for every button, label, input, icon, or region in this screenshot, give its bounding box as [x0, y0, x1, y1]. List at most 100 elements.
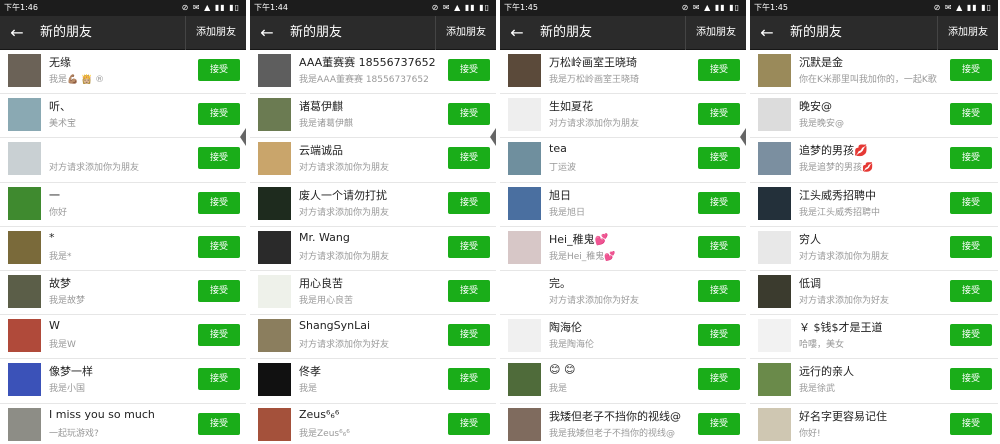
- accept-button[interactable]: 接受: [198, 59, 240, 81]
- avatar[interactable]: [8, 407, 41, 441]
- accept-button[interactable]: 接受: [448, 235, 490, 258]
- friend-request-row[interactable]: 诸葛伊麒 我是诸葛伊麒 接受: [250, 94, 496, 139]
- accept-button[interactable]: 接受: [698, 103, 740, 126]
- accept-button[interactable]: 接受: [950, 412, 992, 435]
- friend-request-row[interactable]: 好名字更容易记住 你好! 接受: [750, 403, 998, 444]
- avatar[interactable]: [758, 319, 791, 353]
- friend-request-row[interactable]: 穷人 对方请求添加你为朋友 接受: [750, 226, 998, 271]
- friend-request-row[interactable]: 用心良苦 我是用心良苦 接受: [250, 270, 496, 316]
- friend-request-row[interactable]: 陶海伦 我是陶海伦 接受: [500, 315, 746, 360]
- avatar[interactable]: [758, 274, 791, 308]
- avatar[interactable]: [8, 142, 41, 176]
- back-arrow-icon[interactable]: ←: [758, 22, 776, 44]
- accept-button[interactable]: 接受: [698, 235, 740, 258]
- accept-button[interactable]: 接受: [950, 147, 992, 170]
- friend-request-row[interactable]: Mr. Wang 对方请求添加你为朋友 接受: [250, 226, 496, 271]
- friend-request-row[interactable]: W 我是W 接受: [0, 315, 246, 360]
- friend-request-row[interactable]: 一你好 接受: [0, 182, 246, 227]
- avatar[interactable]: [508, 274, 541, 308]
- accept-button[interactable]: 接受: [198, 368, 240, 391]
- accept-button[interactable]: 接受: [448, 324, 490, 347]
- avatar[interactable]: [258, 186, 291, 220]
- friend-request-row[interactable]: 生如夏花 对方请求添加你为朋友 接受: [500, 94, 746, 139]
- back-arrow-icon[interactable]: ←: [258, 22, 276, 44]
- accept-button[interactable]: 接受: [698, 147, 740, 170]
- accept-button[interactable]: 接受: [698, 368, 740, 391]
- friend-request-row[interactable]: ShangSynLai 对方请求添加你为好友 接受: [250, 315, 496, 360]
- avatar[interactable]: [508, 186, 541, 220]
- accept-button[interactable]: 接受: [950, 235, 992, 258]
- friend-request-row[interactable]: 佟孝 我是 接受: [250, 359, 496, 404]
- accept-button[interactable]: 接受: [198, 191, 240, 214]
- friend-request-row[interactable]: 完。 对方请求添加你为好友 接受: [500, 270, 746, 316]
- avatar[interactable]: [258, 54, 291, 87]
- avatar[interactable]: [508, 98, 541, 132]
- accept-button[interactable]: 接受: [198, 412, 240, 435]
- avatar[interactable]: [8, 274, 41, 308]
- accept-button[interactable]: 接受: [698, 412, 740, 435]
- accept-button[interactable]: 接受: [950, 324, 992, 347]
- friend-request-row[interactable]: 旭日 我是旭日 接受: [500, 182, 746, 227]
- friend-request-row[interactable]: tea 丁运波 接受: [500, 138, 746, 183]
- avatar[interactable]: [8, 98, 41, 132]
- avatar[interactable]: [8, 319, 41, 353]
- avatar[interactable]: [258, 230, 291, 264]
- friend-request-row[interactable]: 听、 美术宝 接受: [0, 94, 246, 139]
- accept-button[interactable]: 接受: [448, 191, 490, 214]
- friend-request-row[interactable]: 云端诚品 对方请求添加你为朋友 接受: [250, 138, 496, 183]
- accept-button[interactable]: 接受: [448, 412, 490, 435]
- accept-button[interactable]: 接受: [698, 59, 740, 81]
- accept-button[interactable]: 接受: [448, 59, 490, 81]
- friend-request-row[interactable]: 无缘 我是💪🏽 👸🏼 ® 接受: [0, 50, 246, 95]
- accept-button[interactable]: 接受: [448, 147, 490, 170]
- avatar[interactable]: [8, 363, 41, 397]
- accept-button[interactable]: 接受: [198, 279, 240, 302]
- accept-button[interactable]: 接受: [198, 103, 240, 126]
- accept-button[interactable]: 接受: [198, 324, 240, 347]
- avatar[interactable]: [758, 186, 791, 220]
- accept-button[interactable]: 接受: [950, 368, 992, 391]
- avatar[interactable]: [508, 319, 541, 353]
- friend-request-row[interactable]: 😊 😊 我是 接受: [500, 359, 746, 404]
- accept-button[interactable]: 接受: [448, 368, 490, 391]
- avatar[interactable]: [258, 319, 291, 353]
- accept-button[interactable]: 接受: [198, 235, 240, 258]
- accept-button[interactable]: 接受: [950, 59, 992, 81]
- accept-button[interactable]: 接受: [198, 147, 240, 170]
- avatar[interactable]: [508, 230, 541, 264]
- friend-request-row[interactable]: 废人一个请勿打扰 对方请求添加你为朋友 接受: [250, 182, 496, 227]
- accept-button[interactable]: 接受: [950, 103, 992, 126]
- avatar[interactable]: [758, 54, 791, 87]
- accept-button[interactable]: 接受: [698, 324, 740, 347]
- friend-request-row[interactable]: 追梦的男孩💋 我是追梦的男孩💋 接受: [750, 138, 998, 183]
- friend-request-row[interactable]: 沉默是金 你在K米那里叫我加你的，一起K歌 接受: [750, 50, 998, 95]
- avatar[interactable]: [508, 142, 541, 176]
- avatar[interactable]: [758, 230, 791, 264]
- friend-request-row[interactable]: 像梦一样 我是小国 接受: [0, 359, 246, 404]
- accept-button[interactable]: 接受: [698, 279, 740, 302]
- friend-request-row[interactable]: Hei_稚鬼💕 我是Hei_稚鬼💕 接受: [500, 226, 746, 271]
- avatar[interactable]: [258, 363, 291, 397]
- avatar[interactable]: [508, 54, 541, 87]
- friend-request-row[interactable]: 晚安@ 我是晚安@ 接受: [750, 94, 998, 139]
- avatar[interactable]: [758, 363, 791, 397]
- friend-request-row[interactable]: 江头威秀招聘中 我是江头威秀招聘中 接受: [750, 182, 998, 227]
- avatar[interactable]: [258, 407, 291, 441]
- friend-request-row[interactable]: Zeus⁶₆⁶ 我是Zeus⁶₆⁶ 接受: [250, 403, 496, 444]
- add-friend-button[interactable]: 添加朋友: [685, 16, 746, 50]
- friend-request-row[interactable]: AAA董赛赛 18556737652 我是AAA董赛赛 18556737652 接受: [250, 50, 496, 95]
- avatar[interactable]: [8, 54, 41, 87]
- add-friend-button[interactable]: 添加朋友: [937, 16, 998, 50]
- back-arrow-icon[interactable]: ←: [8, 22, 26, 44]
- accept-button[interactable]: 接受: [448, 279, 490, 302]
- avatar[interactable]: [258, 98, 291, 132]
- avatar[interactable]: [508, 363, 541, 397]
- avatar[interactable]: [758, 142, 791, 176]
- friend-request-row[interactable]: 低调 对方请求添加你为好友 接受: [750, 270, 998, 316]
- friend-request-row[interactable]: 故梦 我是故梦 接受: [0, 270, 246, 316]
- add-friend-button[interactable]: 添加朋友: [435, 16, 496, 50]
- accept-button[interactable]: 接受: [950, 279, 992, 302]
- avatar[interactable]: [8, 230, 41, 264]
- accept-button[interactable]: 接受: [950, 191, 992, 214]
- friend-request-row[interactable]: 万松岭画室王晓琦 我是万松岭画室王晓琦 接受: [500, 50, 746, 95]
